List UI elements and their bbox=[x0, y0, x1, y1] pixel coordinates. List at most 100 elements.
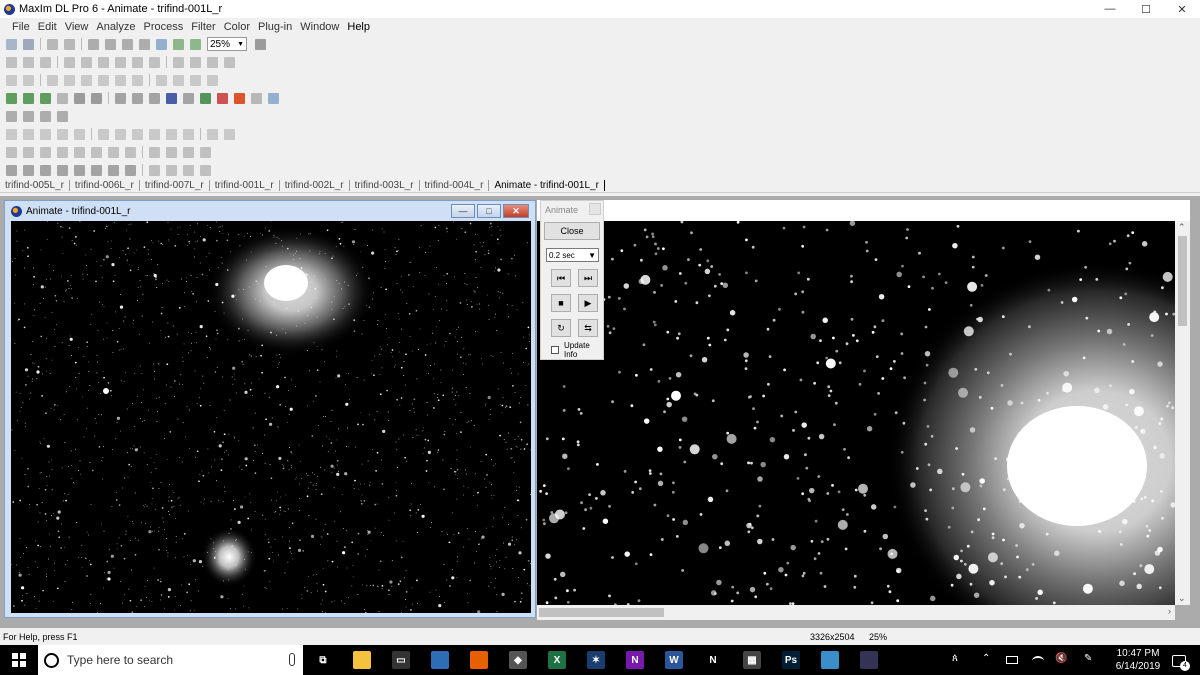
skip-forward-icon[interactable] bbox=[108, 164, 119, 176]
stop-icon[interactable] bbox=[23, 164, 34, 176]
app-star-icon[interactable]: ✶ bbox=[587, 651, 605, 669]
battery-icon[interactable] bbox=[1006, 656, 1018, 664]
child-minimize-button[interactable]: — bbox=[451, 204, 475, 218]
update-info-checkbox[interactable] bbox=[551, 346, 559, 354]
moon-icon[interactable] bbox=[125, 146, 136, 158]
plus-icon[interactable] bbox=[98, 128, 109, 140]
frame-icon[interactable] bbox=[125, 164, 136, 176]
focus-icon[interactable] bbox=[149, 146, 160, 158]
horizontal-scroll-thumb[interactable] bbox=[539, 608, 664, 617]
play-icon[interactable] bbox=[74, 164, 85, 176]
animation-frame-view[interactable] bbox=[11, 221, 531, 613]
print-icon[interactable] bbox=[149, 56, 160, 68]
menu-window[interactable]: Window bbox=[300, 21, 339, 33]
volume-muted-icon[interactable]: 🔇 bbox=[1055, 653, 1067, 664]
grid-icon[interactable] bbox=[149, 92, 160, 104]
file-explorer-icon[interactable] bbox=[353, 651, 371, 669]
tab-trifind-004L[interactable]: trifind-004L_r bbox=[425, 179, 490, 191]
lock-icon[interactable] bbox=[91, 92, 102, 104]
animate-child-window[interactable]: Animate - trifind-001L_r — □ ✕ bbox=[4, 200, 536, 618]
menu-help[interactable]: Help bbox=[347, 21, 370, 33]
menu-edit[interactable]: Edit bbox=[38, 21, 57, 33]
stack-icon[interactable] bbox=[166, 164, 177, 176]
zoom-in-icon[interactable] bbox=[23, 92, 34, 104]
info-icon[interactable] bbox=[166, 92, 177, 104]
app-paper-icon[interactable] bbox=[821, 651, 839, 669]
graph-icon[interactable] bbox=[200, 92, 211, 104]
person-icon[interactable] bbox=[224, 56, 235, 68]
hill-icon[interactable] bbox=[200, 146, 211, 158]
copy-icon[interactable] bbox=[64, 74, 75, 86]
help-cursor-icon[interactable] bbox=[255, 38, 266, 50]
redo-icon[interactable] bbox=[64, 38, 75, 50]
ruler-icon[interactable] bbox=[74, 128, 85, 140]
menu-filter[interactable]: Filter bbox=[191, 21, 215, 33]
child-window-titlebar[interactable]: Animate - trifind-001L_r — □ ✕ bbox=[5, 201, 535, 221]
tab-trifind-006L[interactable]: trifind-006L_r bbox=[75, 179, 140, 191]
close-button[interactable]: ✕ bbox=[1164, 0, 1200, 18]
dome-icon[interactable] bbox=[40, 146, 51, 158]
view-icon[interactable] bbox=[88, 38, 99, 50]
tab-trifind-002L[interactable]: trifind-002L_r bbox=[285, 179, 350, 191]
flag-icon[interactable] bbox=[251, 92, 262, 104]
tab-trifind-005L[interactable]: trifind-005L_r bbox=[5, 179, 70, 191]
start-button[interactable] bbox=[12, 653, 26, 667]
close-button[interactable]: Close bbox=[544, 222, 600, 240]
maxim-dl-icon[interactable] bbox=[860, 651, 878, 669]
flip-icon[interactable] bbox=[115, 74, 126, 86]
action-center-icon[interactable]: 4 bbox=[1172, 655, 1190, 671]
interval-dropdown[interactable]: 0.2 sec ▼ bbox=[546, 248, 599, 262]
undo-icon[interactable] bbox=[6, 74, 17, 86]
microphone-icon[interactable] bbox=[289, 653, 295, 666]
app-generic-icon[interactable]: ◆ bbox=[509, 651, 527, 669]
previous-frame-button[interactable]: ⏮ bbox=[551, 269, 571, 287]
menu-view[interactable]: View bbox=[65, 21, 89, 33]
slash-icon[interactable] bbox=[166, 146, 177, 158]
taskbar-search-box[interactable]: Type here to search bbox=[38, 645, 303, 675]
table-icon[interactable] bbox=[190, 74, 201, 86]
stop-icon[interactable] bbox=[217, 92, 228, 104]
histogram-icon[interactable] bbox=[132, 92, 143, 104]
zoom-dropdown[interactable]: 25% ▼ bbox=[207, 37, 247, 51]
child-maximize-button[interactable]: □ bbox=[477, 204, 501, 218]
crop-icon[interactable] bbox=[81, 74, 92, 86]
layout-icon[interactable] bbox=[207, 128, 218, 140]
tab-trifind-001L[interactable]: trifind-001L_r bbox=[215, 179, 280, 191]
save-all-icon[interactable] bbox=[98, 56, 109, 68]
dialog-close-icon[interactable] bbox=[589, 203, 601, 215]
loop-button[interactable]: ↻ bbox=[551, 319, 571, 337]
bounce-button[interactable]: ⇆ bbox=[578, 319, 598, 337]
open-icon[interactable] bbox=[6, 38, 17, 50]
network-icon[interactable] bbox=[268, 92, 279, 104]
wave-icon[interactable] bbox=[74, 146, 85, 158]
thermometer-icon[interactable] bbox=[115, 128, 126, 140]
telescope-icon[interactable] bbox=[64, 56, 75, 68]
save-icon[interactable] bbox=[23, 38, 34, 50]
cursor-icon[interactable] bbox=[40, 110, 51, 122]
stars-icon[interactable] bbox=[173, 74, 184, 86]
minimize-button[interactable]: — bbox=[1092, 0, 1128, 18]
open-folder-icon[interactable] bbox=[23, 56, 34, 68]
calculator-icon[interactable]: ▦ bbox=[743, 651, 761, 669]
task-view-icon[interactable]: ⧉ bbox=[314, 651, 332, 669]
scroll-up-icon[interactable]: ⌃ bbox=[1178, 222, 1186, 233]
onenote-icon[interactable]: N bbox=[626, 651, 644, 669]
zoom-out-icon[interactable] bbox=[190, 38, 201, 50]
zoom-box-icon[interactable] bbox=[57, 92, 68, 104]
layout-icon[interactable] bbox=[207, 74, 218, 86]
menu-process[interactable]: Process bbox=[144, 21, 184, 33]
combine-icon[interactable] bbox=[200, 164, 211, 176]
menu-file[interactable]: File bbox=[12, 21, 30, 33]
align-icon[interactable] bbox=[149, 164, 160, 176]
pen-workspace-icon[interactable]: ✎ bbox=[1084, 653, 1092, 664]
step-forward-icon[interactable] bbox=[57, 164, 68, 176]
menu-analyze[interactable]: Analyze bbox=[96, 21, 135, 33]
filter-wheel-icon[interactable] bbox=[81, 56, 92, 68]
cut-icon[interactable] bbox=[47, 74, 58, 86]
menu-plug-in[interactable]: Plug-in bbox=[258, 21, 292, 33]
camera-icon[interactable] bbox=[40, 56, 51, 68]
zoomed-image-view[interactable] bbox=[537, 221, 1175, 605]
skip-back-icon[interactable] bbox=[6, 164, 17, 176]
horizontal-scrollbar[interactable]: › bbox=[537, 605, 1175, 620]
square-icon[interactable] bbox=[183, 128, 194, 140]
